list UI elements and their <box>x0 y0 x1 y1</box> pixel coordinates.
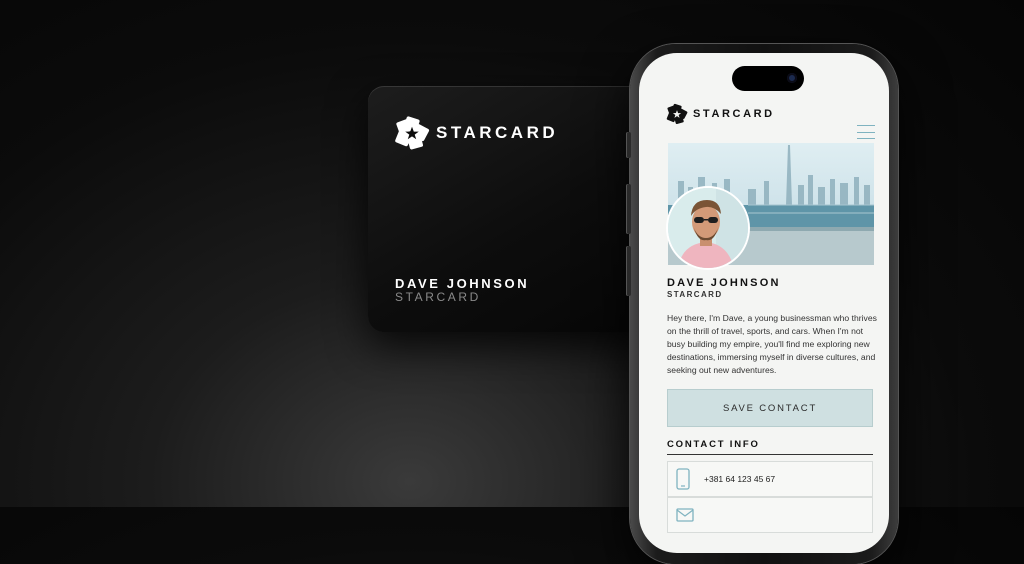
card-logo: STARCARD <box>394 115 558 151</box>
card-brand-text: STARCARD <box>436 123 559 142</box>
contact-phone-value: +381 64 123 45 67 <box>704 474 776 484</box>
contact-info-divider <box>667 454 873 455</box>
profile-subtitle: STARCARD <box>667 290 723 299</box>
site-brand-text: STARCARD <box>693 108 775 120</box>
email-icon <box>676 508 694 522</box>
contact-info-heading: CONTACT INFO <box>667 439 760 450</box>
site-logo[interactable]: STARCARD <box>666 103 775 125</box>
camera-lens-icon <box>787 73 797 83</box>
contact-phone-row[interactable]: +381 64 123 45 67 <box>667 461 873 497</box>
contact-email-row[interactable] <box>667 497 873 533</box>
starcard-logo-icon <box>666 103 688 125</box>
phone-icon <box>676 468 690 490</box>
hamburger-menu-icon[interactable] <box>857 125 875 139</box>
profile-bio: Hey there, I'm Dave, a young businessman… <box>667 313 877 375</box>
card-holder-subtitle: STARCARD <box>395 290 481 304</box>
profile-photo <box>668 188 748 268</box>
phone-volume-down-button <box>626 246 631 296</box>
phone-screen: STARCARD DAVE JOHNSON STARCARD Hey there… <box>639 53 889 553</box>
profile-name: DAVE JOHNSON <box>667 277 781 289</box>
profile-avatar <box>666 186 750 270</box>
phone-mockup: STARCARD DAVE JOHNSON STARCARD Hey there… <box>626 44 898 564</box>
starcard-physical-card: STARCARD DAVE JOHNSON STARCARD <box>368 86 668 332</box>
card-holder-name: DAVE JOHNSON <box>395 276 530 291</box>
starcard-logo-icon <box>395 116 430 150</box>
phone-action-button <box>626 132 631 158</box>
dynamic-island <box>732 66 804 91</box>
save-contact-button[interactable]: SAVE CONTACT <box>667 389 873 427</box>
phone-volume-up-button <box>626 184 631 234</box>
